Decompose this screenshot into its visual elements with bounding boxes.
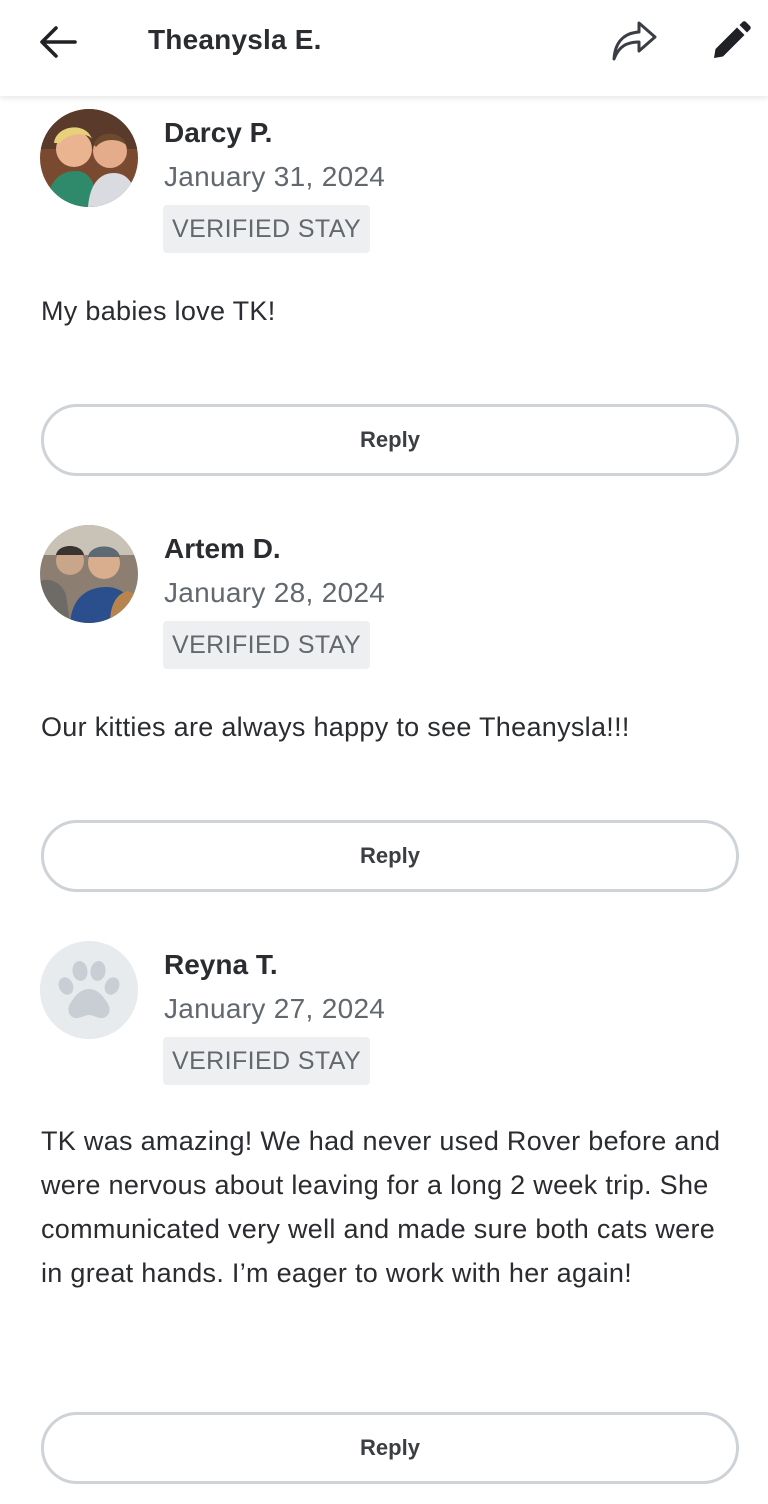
verified-stay-badge: VERIFIED STAY <box>163 205 371 253</box>
review-text: TK was amazing! We had never used Rover … <box>41 1126 721 1288</box>
edit-button[interactable] <box>704 14 758 68</box>
verified-stay-badge: VERIFIED STAY <box>163 1037 371 1085</box>
reviewer-avatar <box>40 941 138 1039</box>
paw-placeholder-icon <box>40 941 138 1039</box>
reviewer-avatar <box>40 109 138 207</box>
reviewer-avatar <box>40 525 138 623</box>
pencil-icon <box>714 21 751 58</box>
reviewer-name: Artem D. <box>164 533 281 564</box>
review-item: Reyna T. January 27, 2024 VERIFIED STAY … <box>0 941 768 1486</box>
reviewer-name: Darcy P. <box>164 117 273 148</box>
review-date: January 27, 2024 <box>164 993 386 1024</box>
share-icon <box>612 21 657 61</box>
verified-stay-badge: VERIFIED STAY <box>163 621 371 669</box>
share-button[interactable] <box>606 14 662 68</box>
reviewer-name: Reyna T. <box>164 949 278 980</box>
page-title: Theanysla E. <box>148 24 322 55</box>
back-button[interactable] <box>34 20 82 64</box>
top-app-bar: Theanysla E. <box>0 0 768 96</box>
review-date: January 31, 2024 <box>164 161 386 192</box>
reply-button[interactable]: Reply <box>41 820 739 892</box>
review-item: Artem D. January 28, 2024 VERIFIED STAY … <box>0 525 768 895</box>
reply-button[interactable]: Reply <box>41 404 739 476</box>
review-text: My babies love TK! <box>41 296 276 326</box>
reply-button[interactable]: Reply <box>41 1412 739 1484</box>
arrow-left-icon <box>40 26 77 58</box>
review-text: Our kitties are always happy to see Thea… <box>41 712 630 742</box>
review-date: January 28, 2024 <box>164 577 386 608</box>
review-item: Darcy P. January 31, 2024 VERIFIED STAY … <box>0 109 768 479</box>
